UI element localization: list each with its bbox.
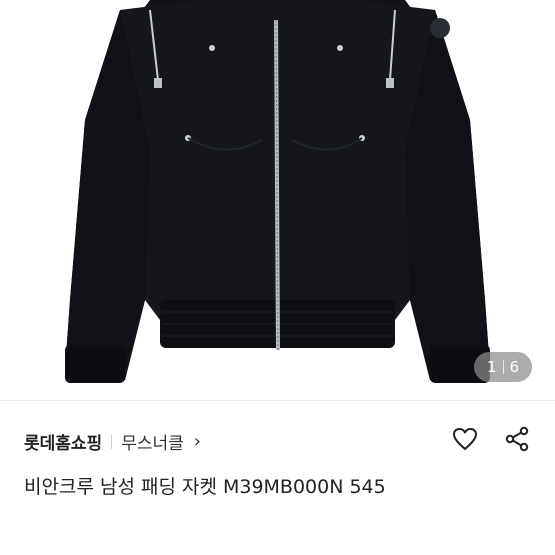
counter-divider: [502, 360, 504, 374]
image-counter: 1 6: [474, 352, 532, 382]
seller-name[interactable]: 롯데홈쇼핑: [24, 429, 102, 454]
action-buttons: [451, 425, 531, 453]
product-title: 비안크루 남성 패딩 자켓 M39MB000N 545: [24, 476, 386, 498]
chevron-right-icon: ›: [193, 430, 201, 452]
brand-link[interactable]: 무스너클: [121, 429, 184, 454]
seller-divider: [111, 433, 113, 449]
heart-icon[interactable]: [451, 425, 479, 453]
share-icon[interactable]: [503, 425, 531, 453]
seller-row[interactable]: 롯데홈쇼핑 무스너클 ›: [24, 425, 201, 457]
jacket-image: [65, 0, 490, 383]
product-info: 롯데홈쇼핑 무스너클 › 비안크루 남성 패딩 자켓 M39MB000N 545: [0, 401, 555, 555]
product-image[interactable]: 1 6: [0, 0, 555, 400]
counter-current: 1: [486, 358, 497, 376]
counter-total: 6: [509, 358, 520, 376]
